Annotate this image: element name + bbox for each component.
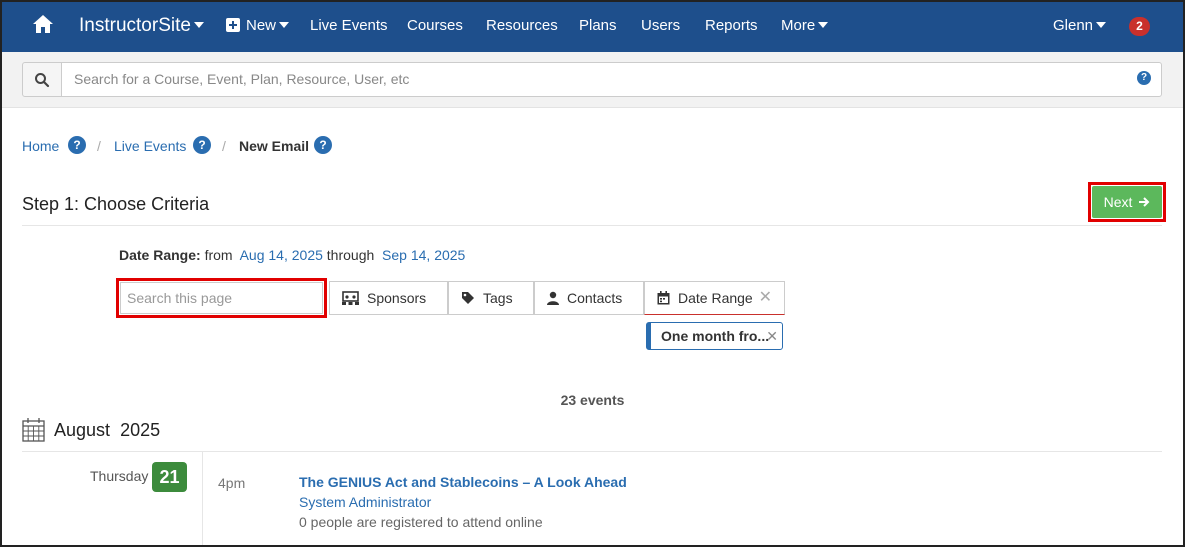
breadcrumb-separator: /	[97, 138, 101, 154]
search-icon	[35, 73, 50, 88]
month-name: August	[54, 420, 111, 440]
breadcrumb-separator: /	[222, 138, 226, 154]
breadcrumb-current: New Email	[239, 138, 310, 154]
question-circle-icon[interactable]: ?	[314, 136, 332, 154]
brand-label: InstructorSite	[79, 15, 191, 36]
more-label: More	[781, 17, 816, 34]
to-date-link[interactable]: Sep 14, 2025	[382, 247, 465, 263]
day-number-badge: 21	[152, 462, 187, 492]
sponsors-icon	[342, 290, 359, 305]
tab-tags[interactable]: Tags	[448, 281, 534, 315]
chevron-down-icon	[818, 22, 829, 29]
nav-plans[interactable]: Plans	[579, 0, 617, 52]
date-range-label: Date Range:	[119, 247, 201, 263]
through-word: through	[326, 247, 375, 263]
month-year: 2025	[120, 420, 161, 440]
user-menu[interactable]: Glenn	[1053, 0, 1107, 52]
close-icon[interactable]: ✕	[766, 323, 778, 349]
calendar-icon	[657, 290, 670, 305]
nav-reports[interactable]: Reports	[705, 0, 758, 52]
calendar-icon	[22, 418, 45, 442]
tab-date-range-label: Date Range	[678, 290, 753, 306]
month-heading: August 2025	[54, 420, 160, 441]
global-search-bar: Search for a Course, Event, Plan, Resour…	[0, 52, 1185, 108]
divider	[22, 225, 1162, 226]
event-registration-text: 0 people are registered to attend online	[299, 514, 543, 530]
tab-contacts[interactable]: Contacts	[534, 281, 644, 315]
event-owner-link[interactable]: System Administrator	[299, 494, 431, 510]
breadcrumb-live-events[interactable]: Live Events	[114, 138, 186, 154]
close-icon[interactable]: ✕	[759, 282, 772, 314]
day-name: Thursday	[90, 468, 149, 484]
user-label: Glenn	[1053, 17, 1094, 34]
chip-label: One month fro...	[661, 328, 770, 344]
date-range-summary: Date Range: from Aug 14, 2025 through Se…	[119, 247, 465, 263]
tab-date-range[interactable]: Date Range ✕	[644, 281, 785, 315]
date-range-filter-chip[interactable]: One month fro... ✕	[646, 322, 783, 350]
page-title: Step 1: Choose Criteria	[22, 194, 210, 214]
arrow-right-icon	[1139, 197, 1150, 207]
event-count: 23 events	[560, 392, 625, 408]
nav-live-events[interactable]: Live Events	[310, 0, 388, 52]
new-label: New	[246, 17, 277, 34]
tab-contacts-label: Contacts	[567, 290, 623, 306]
event-title-link[interactable]: The GENIUS Act and Stablecoins – A Look …	[299, 474, 627, 490]
breadcrumb-home[interactable]: Home	[22, 138, 59, 154]
chevron-down-icon	[193, 21, 204, 28]
divider	[22, 451, 1162, 452]
user-icon	[547, 291, 559, 305]
event-time: 4pm	[218, 475, 246, 491]
page-search-input[interactable]: Search this page	[120, 282, 323, 314]
divider	[202, 452, 203, 547]
chevron-down-icon	[1096, 22, 1107, 29]
top-navbar: InstructorSite New Live Events Courses R…	[0, 0, 1185, 52]
chevron-down-icon	[279, 22, 290, 29]
home-icon[interactable]	[32, 13, 54, 35]
question-circle-icon[interactable]: ?	[68, 136, 86, 154]
tab-tags-label: Tags	[483, 290, 513, 306]
notification-badge[interactable]: 2	[1129, 17, 1150, 36]
search-button[interactable]	[22, 62, 62, 97]
more-menu[interactable]: More	[781, 0, 829, 52]
nav-users[interactable]: Users	[641, 0, 680, 52]
tag-icon	[462, 291, 474, 304]
question-circle-icon[interactable]: ?	[1137, 71, 1151, 85]
next-label: Next	[1103, 194, 1133, 210]
tab-sponsors[interactable]: Sponsors	[329, 281, 448, 315]
tab-sponsors-label: Sponsors	[367, 290, 427, 306]
from-date-link[interactable]: Aug 14, 2025	[240, 247, 323, 263]
new-menu[interactable]: New	[226, 0, 290, 52]
question-circle-icon[interactable]: ?	[193, 136, 211, 154]
brand-menu[interactable]: InstructorSite	[79, 0, 204, 52]
next-button[interactable]: Next	[1092, 186, 1162, 218]
plus-square-icon	[226, 17, 240, 32]
nav-resources[interactable]: Resources	[486, 0, 558, 52]
nav-courses[interactable]: Courses	[407, 0, 463, 52]
from-word: from	[204, 247, 233, 263]
global-search-input[interactable]: Search for a Course, Event, Plan, Resour…	[61, 62, 1162, 97]
